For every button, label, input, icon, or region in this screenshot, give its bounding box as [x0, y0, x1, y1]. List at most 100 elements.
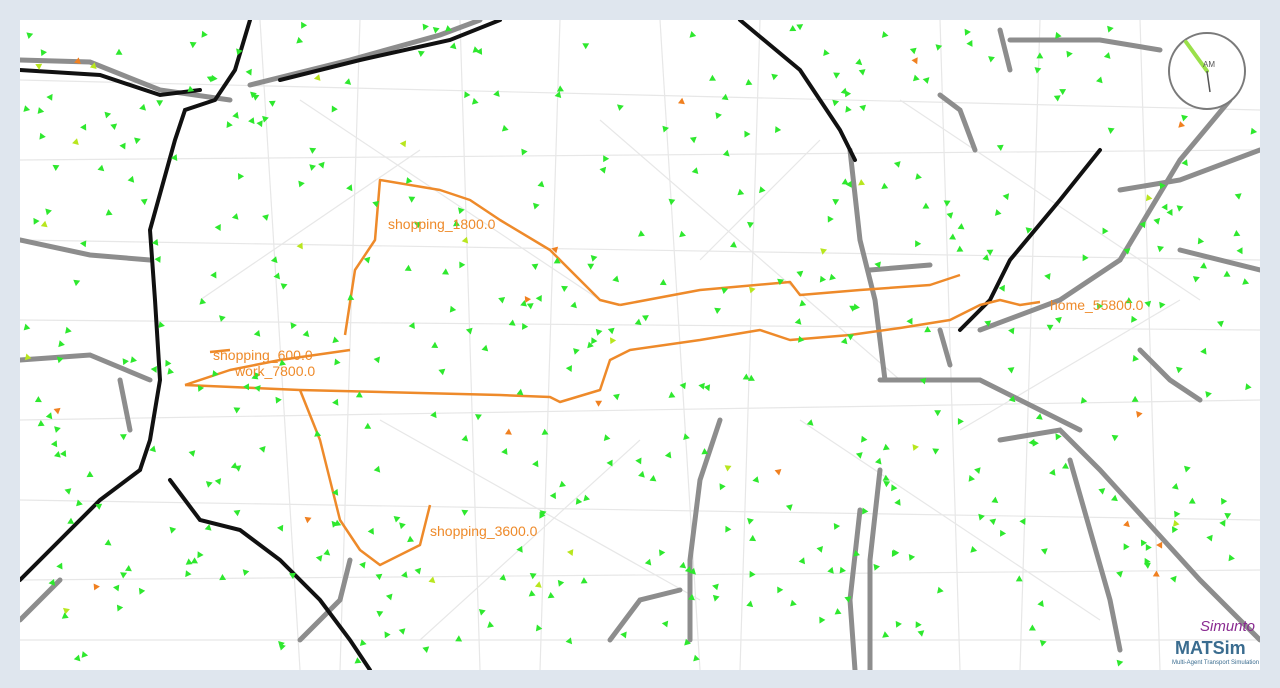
agent-marker: [777, 586, 784, 594]
agent-marker: [590, 255, 598, 262]
agent-marker: [1166, 208, 1173, 216]
agent-marker: [296, 36, 304, 44]
agent-marker: [557, 579, 565, 587]
agent-marker: [582, 43, 590, 50]
agent-marker: [471, 97, 479, 105]
agent-marker: [834, 608, 842, 615]
agent-marker: [881, 182, 889, 189]
agent-marker: [1233, 230, 1241, 237]
agent-marker: [575, 497, 583, 505]
agent-marker: [464, 91, 471, 99]
agent-marker: [932, 448, 940, 455]
agent-marker: [54, 451, 61, 458]
agent-marker: [256, 120, 263, 128]
agent-marker: [1107, 25, 1114, 33]
agent-marker: [911, 57, 918, 65]
agent-marker: [882, 631, 890, 638]
agent-marker: [659, 279, 667, 286]
agent-marker: [537, 180, 545, 188]
agent-marker: [499, 574, 507, 581]
agent-marker: [428, 576, 436, 584]
agent-marker: [689, 31, 697, 38]
agent-marker: [233, 509, 241, 517]
agent-marker: [156, 100, 164, 107]
agent-marker: [827, 215, 834, 223]
agent-marker: [1123, 543, 1130, 551]
agent-marker: [875, 457, 882, 465]
agent-marker: [747, 518, 754, 525]
agent-marker: [138, 587, 146, 595]
agent-marker: [1159, 301, 1166, 309]
agent-marker: [185, 558, 193, 565]
agent-marker: [1174, 510, 1181, 518]
agent-marker: [359, 561, 366, 569]
agent-marker: [56, 562, 63, 570]
agent-marker: [346, 184, 353, 192]
agent-marker: [332, 398, 339, 406]
agent-marker: [859, 104, 866, 112]
agent-marker: [1039, 640, 1047, 647]
agent-marker: [642, 315, 649, 322]
agent-marker: [724, 465, 732, 472]
agent-marker: [737, 188, 745, 196]
agent-marker: [188, 450, 196, 457]
map-canvas[interactable]: shopping_1800.0 shopping_3600.0 shopping…: [20, 20, 1260, 670]
agent-marker: [125, 565, 132, 572]
agent-marker: [606, 459, 613, 467]
agent-marker: [309, 147, 317, 154]
agent-marker: [40, 220, 48, 228]
agent-marker: [149, 445, 156, 453]
agent-marker: [715, 112, 722, 120]
agent-marker: [966, 40, 973, 47]
agent-marker: [384, 631, 391, 639]
agent-marker: [725, 525, 732, 533]
agent-marker: [613, 393, 620, 401]
agent-marker: [478, 609, 486, 616]
agent-marker: [1103, 52, 1111, 59]
agent-marker: [93, 583, 100, 591]
agent-marker: [150, 366, 157, 373]
agent-marker: [1144, 300, 1152, 308]
agent-marker: [334, 358, 341, 366]
agent-marker: [432, 27, 440, 34]
agent-marker: [1219, 519, 1226, 527]
agent-marker: [535, 295, 542, 302]
agent-marker: [861, 435, 868, 443]
agent-marker: [922, 202, 930, 209]
agent-marker: [430, 411, 437, 419]
agent-marker: [789, 25, 797, 32]
agent-marker: [855, 58, 863, 66]
agent-marker: [110, 123, 118, 130]
agent-marker: [1172, 526, 1179, 534]
agent-marker: [431, 341, 439, 348]
agent-marker: [1111, 494, 1118, 502]
agent-marker: [989, 518, 997, 526]
agent-marker: [1223, 270, 1231, 277]
agent-marker: [385, 593, 393, 601]
agent-marker: [234, 465, 242, 472]
agent-marker: [957, 418, 964, 425]
agent-marker: [262, 115, 269, 123]
agent-marker: [638, 230, 645, 237]
agent-marker: [34, 396, 42, 403]
agent-marker: [1228, 554, 1235, 562]
agent-marker: [1116, 659, 1124, 667]
agent-marker: [115, 48, 123, 55]
agent-marker: [398, 628, 406, 635]
agent-marker: [532, 460, 539, 468]
agent-marker: [832, 199, 840, 206]
agent-marker: [45, 208, 52, 216]
activity-label-work: work_7800.0: [234, 363, 315, 379]
agent-marker: [845, 105, 852, 113]
agent-marker: [226, 121, 233, 128]
agent-marker: [873, 563, 880, 571]
agent-marker: [712, 594, 720, 602]
agent-marker: [949, 233, 956, 240]
activity-label-shopping-2: shopping_3600.0: [430, 523, 538, 539]
agent-marker: [547, 592, 555, 599]
agent-marker: [45, 412, 53, 420]
agent-marker: [957, 223, 965, 230]
agent-marker: [922, 77, 930, 84]
agent-marker: [617, 104, 624, 111]
agent-marker: [461, 434, 469, 442]
